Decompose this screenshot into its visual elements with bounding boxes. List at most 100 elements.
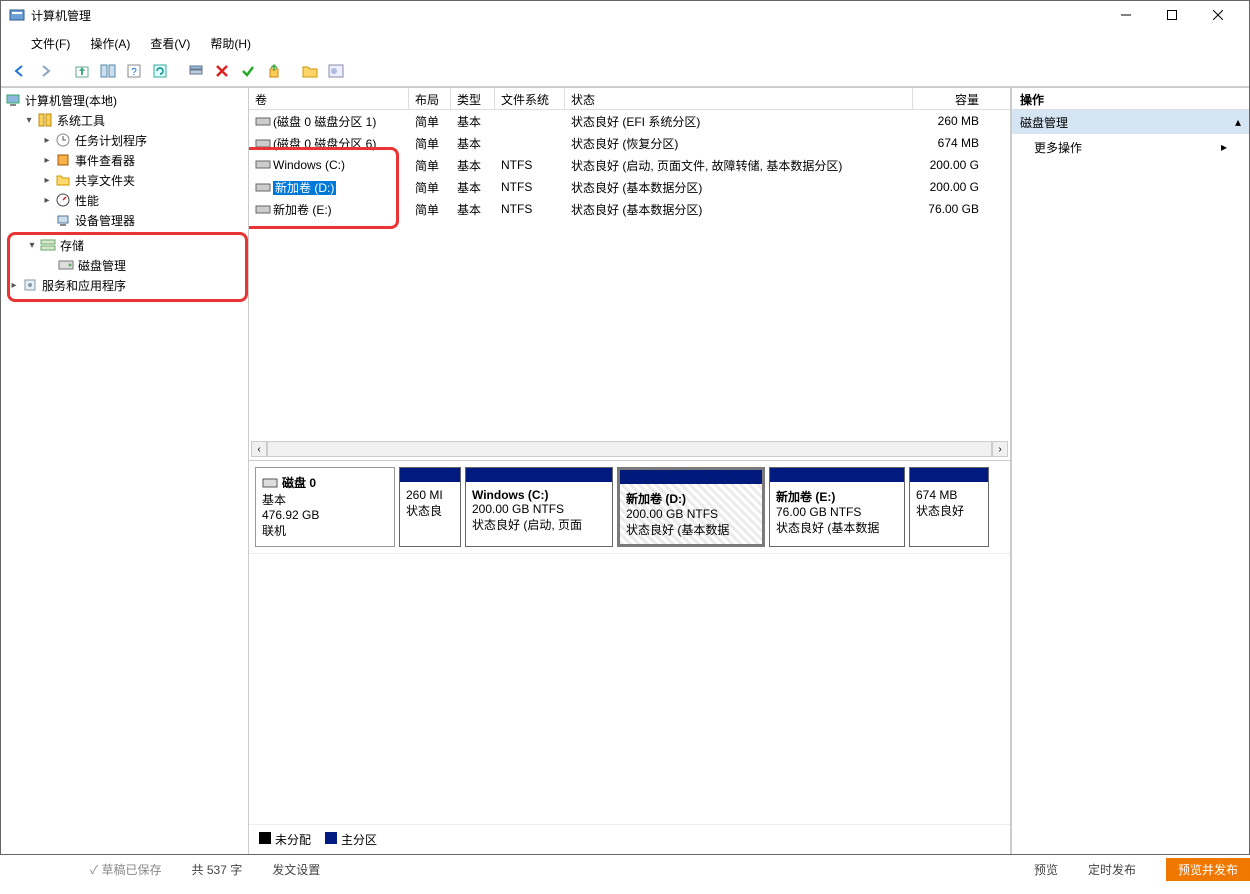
svg-text:?: ? (131, 67, 137, 78)
legend-unallocated-swatch (259, 832, 271, 844)
tree-performance[interactable]: ▸性能 (39, 190, 246, 210)
partition[interactable]: 674 MB状态良好 (909, 467, 989, 547)
chevron-right-icon[interactable]: ▸ (41, 135, 53, 146)
tree-services-label: 服务和应用程序 (42, 277, 126, 294)
delete-button[interactable] (211, 60, 233, 82)
chevron-right-icon[interactable]: ▸ (41, 155, 53, 166)
tree-devmgr-label: 设备管理器 (75, 212, 135, 229)
toolbar: ? (1, 55, 1249, 87)
partition[interactable]: Windows (C:)200.00 GB NTFS状态良好 (启动, 页面 (465, 467, 613, 547)
volume-row[interactable]: (磁盘 0 磁盘分区 6)简单基本状态良好 (恢复分区)674 MB (249, 132, 1010, 154)
actions-more[interactable]: 更多操作 ▸ (1012, 134, 1249, 160)
bg-schedule-label: 定时发布 (1088, 861, 1136, 878)
disk-name: 磁盘 0 (282, 474, 316, 491)
menu-help[interactable]: 帮助(H) (200, 33, 261, 50)
legend: 未分配 主分区 (249, 824, 1010, 854)
folder-button[interactable] (299, 60, 321, 82)
menu-file[interactable]: 文件(F) (21, 33, 80, 50)
tree-task-scheduler[interactable]: ▸ 任务计划程序 (39, 130, 246, 150)
main-panel: 卷 布局 类型 文件系统 状态 容量 (磁盘 0 磁盘分区 1)简单基本状态良好… (249, 88, 1011, 854)
actions-diskmgmt[interactable]: 磁盘管理 ▴ (1012, 110, 1249, 134)
col-status[interactable]: 状态 (565, 88, 913, 109)
col-layout[interactable]: 布局 (409, 88, 451, 109)
actions-header: 操作 (1012, 88, 1249, 110)
close-button[interactable] (1195, 1, 1241, 29)
computer-icon (5, 92, 21, 108)
performance-icon (55, 192, 71, 208)
sidebar: 计算机管理(本地) ▾ 系统工具 ▸ 任务计划程序 ▸ 事件查看器 (1, 88, 249, 854)
legend-primary-label: 主分区 (341, 833, 377, 847)
menu-view[interactable]: 查看(V) (140, 33, 200, 50)
horizontal-scroll[interactable]: ‹ › (251, 440, 1008, 458)
refresh-button[interactable] (149, 60, 171, 82)
chevron-right-icon[interactable]: ▸ (8, 280, 20, 291)
help-button[interactable] (325, 60, 347, 82)
disk-state: 联机 (262, 522, 388, 539)
scroll-track[interactable] (267, 441, 992, 457)
tree-event-viewer[interactable]: ▸ 事件查看器 (39, 150, 246, 170)
window-title: 计算机管理 (31, 7, 1103, 24)
tree-storage[interactable]: ▾ 存储 (24, 235, 243, 255)
volume-row[interactable]: (磁盘 0 磁盘分区 1)简单基本状态良好 (EFI 系统分区)260 MB (249, 110, 1010, 132)
col-filesystem[interactable]: 文件系统 (495, 88, 565, 109)
check-button[interactable] (237, 60, 259, 82)
up-button[interactable] (71, 60, 93, 82)
tree-system-tools[interactable]: ▾ 系统工具 (21, 110, 246, 130)
minimize-button[interactable] (1103, 1, 1149, 29)
nav-forward-button[interactable] (35, 60, 57, 82)
scroll-right-button[interactable]: › (992, 441, 1008, 457)
partition-container: 260 MI状态良Windows (C:)200.00 GB NTFS状态良好 … (399, 467, 1004, 547)
nav-back-button[interactable] (9, 60, 31, 82)
bg-publish-button[interactable]: 预览并发布 (1166, 858, 1250, 881)
partition[interactable]: 新加卷 (D:)200.00 GB NTFS状态良好 (基本数据 (617, 467, 765, 547)
tree-services[interactable]: ▸ 服务和应用程序 (6, 275, 243, 295)
chevron-down-icon[interactable]: ▾ (23, 115, 35, 126)
device-icon (55, 212, 71, 228)
legend-unallocated-label: 未分配 (275, 833, 311, 847)
tree-device-manager[interactable]: ▸设备管理器 (39, 210, 246, 230)
maximize-button[interactable] (1149, 1, 1195, 29)
chevron-right-icon[interactable]: ▸ (41, 175, 53, 186)
properties-button[interactable]: ? (123, 60, 145, 82)
volume-row[interactable]: Windows (C:)简单基本NTFS状态良好 (启动, 页面文件, 故障转储… (249, 154, 1010, 176)
folder-icon (55, 172, 71, 188)
bg-preview-label: 预览 (1034, 861, 1058, 878)
export-button[interactable] (263, 60, 285, 82)
show-hide-tree-button[interactable] (97, 60, 119, 82)
volume-row[interactable]: 新加卷 (E:)简单基本NTFS状态良好 (基本数据分区)76.00 GB (249, 198, 1010, 220)
menu-action[interactable]: 操作(A) (80, 33, 140, 50)
volume-row[interactable]: 新加卷 (D:)简单基本NTFS状态良好 (基本数据分区)200.00 G (249, 176, 1010, 198)
settings-button[interactable] (185, 60, 207, 82)
chevron-up-icon: ▴ (1235, 115, 1241, 129)
tree-eventviewer-label: 事件查看器 (75, 152, 135, 169)
actions-more-label: 更多操作 (1034, 139, 1082, 156)
scroll-left-button[interactable]: ‹ (251, 441, 267, 457)
col-type[interactable]: 类型 (451, 88, 495, 109)
partition[interactable]: 新加卷 (E:)76.00 GB NTFS状态良好 (基本数据 (769, 467, 905, 547)
chevron-down-icon[interactable]: ▾ (26, 240, 38, 251)
col-capacity[interactable]: 容量 (913, 88, 985, 109)
chevron-right-icon[interactable]: ▸ (41, 195, 53, 206)
tree-shared-label: 共享文件夹 (75, 172, 135, 189)
tree-diskmgmt-label: 磁盘管理 (78, 257, 126, 274)
tree-root[interactable]: 计算机管理(本地) (3, 90, 246, 110)
col-volume[interactable]: 卷 (249, 88, 409, 109)
disk-info[interactable]: 磁盘 0 基本 476.92 GB 联机 (255, 467, 395, 547)
tree-storage-label: 存储 (60, 237, 84, 254)
tree-shared-folders[interactable]: ▸ 共享文件夹 (39, 170, 246, 190)
clock-icon (55, 132, 71, 148)
actions-pane: 操作 磁盘管理 ▴ 更多操作 ▸ (1011, 88, 1249, 854)
tree-taskscheduler-label: 任务计划程序 (75, 132, 147, 149)
menubar: 文件(F) 操作(A) 查看(V) 帮助(H) (1, 29, 1249, 55)
disk-size: 476.92 GB (262, 508, 388, 522)
actions-diskmgmt-label: 磁盘管理 (1020, 114, 1068, 131)
disk-icon (58, 257, 74, 273)
services-icon (22, 277, 38, 293)
partition[interactable]: 260 MI状态良 (399, 467, 461, 547)
bg-draft-label: 草稿已保存 (102, 863, 162, 877)
app-icon (9, 7, 25, 23)
titlebar: 计算机管理 (1, 1, 1249, 29)
disk-icon (262, 478, 278, 488)
background-window-strip: ✓ 草稿已保存 共 537 字 发文设置 预览 定时发布 预览并发布 (0, 858, 1250, 880)
tree-disk-management[interactable]: ▸磁盘管理 (42, 255, 243, 275)
